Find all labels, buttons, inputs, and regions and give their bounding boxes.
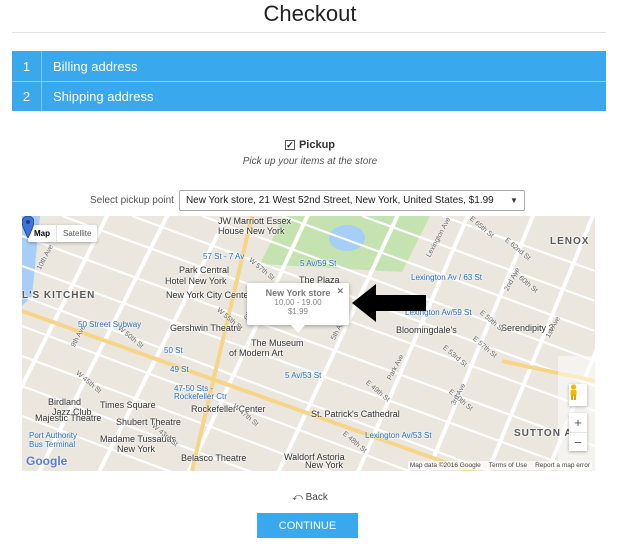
map-label: Lexington Av / 63 St bbox=[411, 273, 483, 282]
map-label: New York bbox=[117, 444, 156, 454]
map-label: Times Square bbox=[100, 400, 156, 410]
pickup-point-value: New York store, 21 West 52nd Street, New… bbox=[185, 195, 494, 206]
back-arrow-icon: ⤺ bbox=[292, 492, 306, 503]
pickup-point-row: Select pickup point New York store, 21 W… bbox=[90, 190, 525, 211]
map-label: 50 St bbox=[164, 346, 183, 355]
info-store-hours: 10.00 - 19.00 bbox=[274, 298, 322, 307]
title-divider bbox=[12, 32, 606, 33]
map-label: New York bbox=[305, 460, 344, 470]
zoom-control: + − bbox=[569, 413, 587, 451]
pickup-label[interactable]: Pickup bbox=[299, 139, 335, 151]
google-logo: Google bbox=[26, 454, 68, 468]
map-label: 5 Av/53 St bbox=[285, 371, 322, 380]
map-type-control: Map Satellite bbox=[28, 225, 98, 242]
step-label: Billing address bbox=[53, 58, 138, 74]
step-label: Shipping address bbox=[53, 89, 154, 104]
back-link[interactable]: ⤺ Back bbox=[0, 492, 620, 503]
map-label: of Modern Art bbox=[229, 348, 284, 358]
map-label: L'S KITCHEN bbox=[22, 290, 96, 301]
map-label: Park Central bbox=[179, 265, 230, 275]
map-label: 5 Av/59 St bbox=[300, 259, 337, 268]
map-label: Bloomingdale's bbox=[396, 325, 457, 335]
map-label: Bus Terminal bbox=[29, 440, 76, 449]
map-label: 50 Street Subway bbox=[78, 320, 142, 329]
report-map-error-link[interactable]: Report a map error bbox=[535, 462, 590, 469]
map-label: Hotel New York bbox=[165, 276, 227, 286]
store-map[interactable]: Map Satellite L'S KITCHEN LENOX SUTTON A… bbox=[22, 216, 595, 471]
step-number: 1 bbox=[12, 51, 42, 81]
store-info-window: ✕ New York store 10.00 - 19.00 $1.99 bbox=[247, 283, 349, 333]
map-label: Rockefeller Ctr bbox=[174, 392, 227, 401]
pickup-option: ✓ Pickup bbox=[0, 139, 620, 151]
map-label: Lexington Av/53 St bbox=[365, 431, 432, 440]
step-billing-address[interactable]: 1 Billing address bbox=[12, 51, 606, 81]
pickup-description: Pick up your items at the store bbox=[242, 156, 378, 167]
map-label: Rockefeller Center bbox=[191, 404, 266, 414]
back-label: Back bbox=[305, 492, 328, 503]
info-store-price: $1.99 bbox=[287, 307, 309, 316]
map-label: 49 St bbox=[170, 365, 189, 374]
step-number: 2 bbox=[12, 81, 42, 112]
map-label: Birdland bbox=[48, 397, 82, 407]
chevron-down-icon: ▼ bbox=[510, 196, 518, 205]
map-label: Belasco Theatre bbox=[181, 453, 247, 463]
map-label: House New York bbox=[218, 226, 285, 236]
page-title: Checkout bbox=[263, 1, 357, 26]
map-label: Shubert Theatre bbox=[116, 417, 181, 427]
map-label: St. Patrick's Cathedral bbox=[311, 409, 400, 419]
info-store-name: New York store bbox=[265, 288, 331, 298]
arrow-left-icon bbox=[352, 284, 426, 322]
continue-button[interactable]: CONTINUE bbox=[257, 513, 358, 538]
map-label: New York City Center bbox=[166, 290, 252, 300]
close-icon[interactable]: ✕ bbox=[336, 286, 344, 297]
map-label: Serendipity 3 bbox=[501, 323, 554, 333]
map-attribution: Map data ©2016 Google Terms of Use Repor… bbox=[407, 461, 592, 470]
map-label: SUTTON A bbox=[514, 428, 573, 439]
pickup-checkbox[interactable]: ✓ bbox=[284, 140, 295, 150]
map-label: 57 St - 7 Av bbox=[203, 252, 245, 261]
pickup-point-select[interactable]: New York store, 21 West 52nd Street, New… bbox=[178, 190, 525, 211]
zoom-out-button[interactable]: − bbox=[569, 432, 587, 451]
street-view-pegman-icon[interactable] bbox=[569, 384, 587, 406]
map-label: Majestic Theatre bbox=[35, 413, 102, 423]
map-pin-icon[interactable] bbox=[22, 216, 34, 238]
map-tiles bbox=[22, 216, 595, 471]
map-label: The Museum bbox=[251, 338, 304, 348]
map-type-satellite[interactable]: Satellite bbox=[56, 225, 97, 242]
pickup-point-label: Select pickup point bbox=[90, 195, 174, 206]
zoom-in-button[interactable]: + bbox=[569, 413, 587, 432]
map-label: LENOX bbox=[550, 236, 590, 247]
step-shipping-address[interactable]: 2 Shipping address bbox=[12, 81, 606, 112]
map-data-credit: Map data ©2016 Google bbox=[409, 462, 481, 469]
map-label: Port Authority bbox=[29, 431, 78, 440]
map-label: JW Marriott Essex bbox=[218, 216, 292, 226]
terms-of-use-link[interactable]: Terms of Use bbox=[489, 462, 527, 469]
